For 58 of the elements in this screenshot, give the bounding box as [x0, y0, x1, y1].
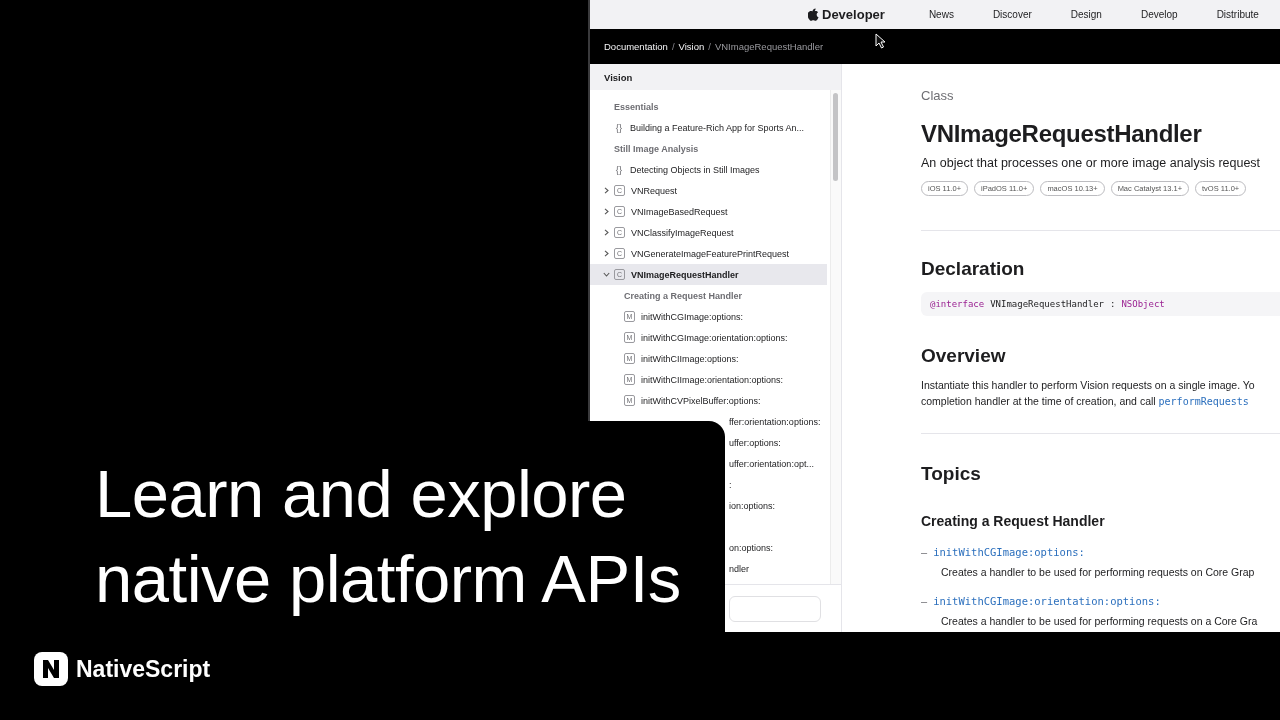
overview-text: Instantiate this handler to perform Vision requests on a single image. Yo completion handler at the time of creation, and call performRequests: [921, 378, 1256, 409]
section-heading: Essentials: [614, 101, 659, 112]
chevron-icon: [603, 250, 610, 257]
chevron-icon: [603, 229, 610, 236]
code-link[interactable]: initWithCGImage:options:: [933, 546, 1085, 558]
topic-description: Creates a handler to be used for performing requests on Core Grap: [941, 566, 1256, 578]
nav-link[interactable]: Discover: [992, 9, 1032, 20]
section-heading: Still Image Analysis: [614, 143, 699, 154]
scrollbar[interactable]: [830, 90, 841, 584]
caption-text: Learn and explore: [95, 455, 627, 533]
list-marker: –: [921, 546, 928, 558]
caption-text: native platform APIs: [95, 540, 681, 618]
code-link[interactable]: performRequests: [1158, 396, 1249, 407]
sidebar-item-text: :: [729, 479, 732, 490]
sidebar-item-text: uffer:options:: [729, 437, 781, 448]
page-kind: Class: [921, 88, 955, 103]
sidebar-item-text: ffer:orientation:options:: [729, 416, 821, 427]
pointer-icon: [875, 33, 886, 49]
nav-link[interactable]: Distribute: [1216, 9, 1259, 20]
nav-link[interactable]: Develop: [1140, 9, 1178, 20]
logo-icon: [34, 652, 68, 686]
code-token: :: [1110, 299, 1116, 309]
symbol-label: {}: [614, 165, 624, 174]
chevron-icon: [603, 208, 610, 215]
sidebar-item-text: uffer:orientation:opt...: [729, 458, 814, 469]
section-heading: Creating a Request Handler: [624, 290, 743, 301]
chevron-icon: [603, 271, 610, 278]
sidebar-title: Vision: [590, 64, 841, 90]
symbol-label: {}: [614, 123, 624, 132]
breadcrumb-separator: /: [671, 41, 675, 52]
breadcrumb-link[interactable]: Documentation: [604, 41, 668, 52]
logo-icon: [808, 8, 819, 21]
section-heading: Declaration: [921, 258, 1026, 280]
brand-name: NativeScript: [76, 655, 211, 683]
sidebar-item-text: ion:options:: [729, 500, 776, 511]
topic-description: Creates a handler to be used for performing requests on a Core Gra: [941, 615, 1259, 627]
section-heading: Topics: [921, 463, 982, 485]
sidebar-item-text: ndler: [729, 563, 749, 574]
page-title: VNImageRequestHandler: [921, 120, 1203, 148]
sidebar-item[interactable]: {} Detecting Objects in Still Images: [590, 159, 827, 180]
topic-group-heading: Creating a Request Handler: [921, 513, 1106, 529]
nav-link[interactable]: Design: [1070, 9, 1102, 20]
code-token: NSObject: [1121, 299, 1165, 309]
code-link[interactable]: initWithCGImage:orientation:options:: [933, 595, 1161, 607]
page-abstract: An object that processes one or more image analysis request: [921, 156, 1262, 170]
list-marker: –: [921, 595, 928, 607]
filter-field[interactable]: [729, 595, 821, 622]
sidebar-item[interactable]: {} Building a Feature-Rich App for Sports An...: [590, 117, 827, 138]
breadcrumb-link[interactable]: Vision: [678, 41, 705, 52]
section-heading: Overview: [921, 345, 1007, 367]
breadcrumb-link[interactable]: VNImageRequestHandler: [714, 41, 824, 52]
nav-link[interactable]: News: [928, 9, 954, 20]
brand-name[interactable]: Developer: [822, 7, 885, 22]
code-token: VNImageRequestHandler: [990, 299, 1104, 309]
breadcrumb-separator: /: [708, 41, 711, 52]
chevron-icon: [603, 187, 610, 194]
sidebar-item-text: on:options:: [729, 542, 774, 553]
code-token: @interface: [930, 299, 985, 309]
